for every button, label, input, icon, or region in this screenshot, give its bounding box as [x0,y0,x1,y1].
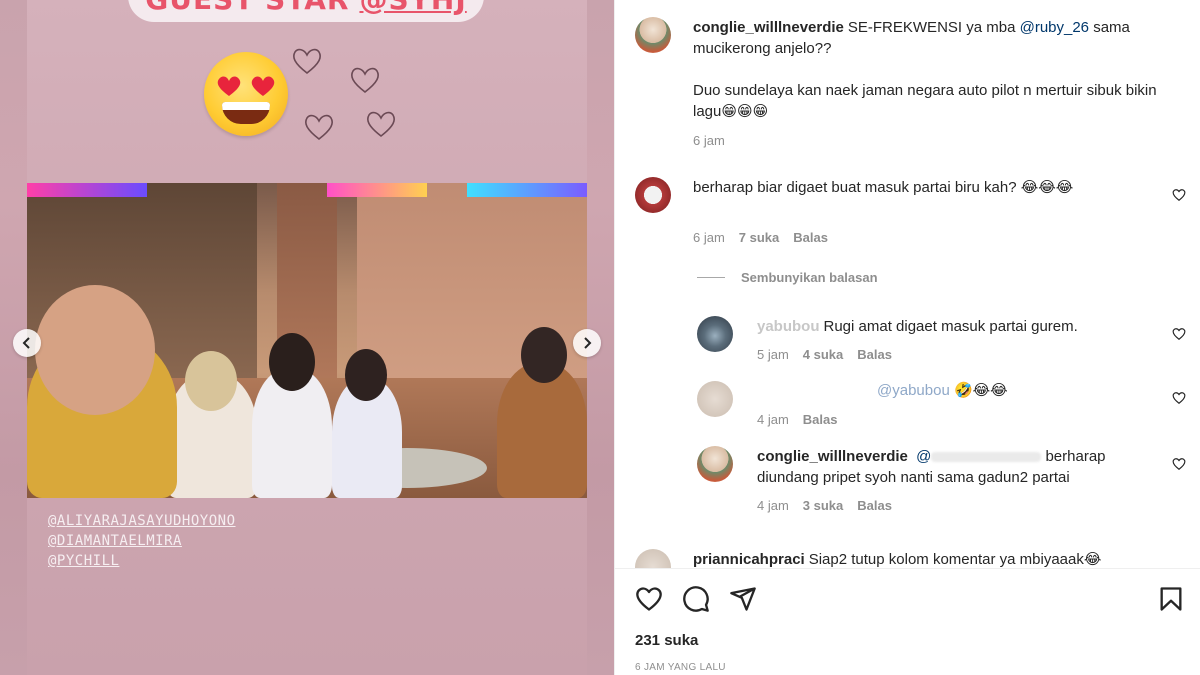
heart-doodle-icon [366,111,396,138]
comment-username[interactable]: priannicahpraci [693,551,805,568]
reply-text: yabubou Rugi amat digaet masuk partai gur… [757,318,1078,335]
post-timestamp: 6 JAM YANG LALU [635,662,726,673]
comment-likes[interactable]: 3 suka [803,498,843,513]
reply-text: @yabubou 🤣😂😂 [877,382,1008,399]
mention-link[interactable]: @ruby_26 [1020,19,1089,36]
mention-link[interactable]: @yabubou [877,382,950,399]
avatar[interactable] [697,446,733,482]
comment-meta: 6 jam [693,133,725,148]
comment-time: 4 jam [757,498,789,513]
redacted-mention [931,452,1042,463]
comment-username[interactable]: conglie_willlneverdie [693,19,844,36]
heart-icon[interactable] [1172,457,1186,471]
comment-likes[interactable]: 7 suka [739,230,779,245]
comment-username[interactable]: conglie_willlneverdie [757,448,908,465]
story-tags: @ALIYARAJASAYUDHOYONO @DIAMANTAELMIRA @P… [48,511,236,571]
story-tag-link[interactable]: @DIAMANTAELMIRA [48,531,236,551]
avatar[interactable] [635,549,671,568]
divider [697,277,725,278]
comment-text: priannicahpraci Siap2 tutup kolom komenta… [693,551,1102,568]
reply-text: conglie_willlneverdie @ berharap diundan… [757,448,1106,486]
comments-panel: conglie_willlneverdie SE-FREKWENSI ya mba… [614,0,1200,675]
mention-link[interactable]: @ [916,448,931,465]
comment-time: 4 jam [757,412,789,427]
heart-icon[interactable] [1172,188,1186,202]
avatar[interactable] [697,316,733,352]
heart-doodle-icon [350,67,380,94]
hide-replies-button[interactable]: Sembunyikan balasan [697,270,878,285]
comment-text-continued: Duo sundelaya kan naek jaman negara auto… [693,82,1157,120]
comment-time: 6 jam [693,133,725,148]
previous-media-button[interactable] [13,329,41,357]
comment-meta: 4 jam Balas [757,412,838,427]
avatar[interactable] [635,177,671,213]
comment-username[interactable]: yabubou [757,318,820,335]
comment-meta: 4 jam 3 suka Balas [757,498,892,513]
guest-star-sticker: GUEST STAR @SYHJ [128,0,484,22]
heart-icon[interactable] [1172,391,1186,405]
bookmark-save-icon[interactable] [1157,585,1185,613]
comment-likes[interactable]: 4 suka [803,347,843,362]
chevron-left-icon [22,337,30,349]
share-send-icon[interactable] [729,585,757,613]
chevron-right-icon [584,337,592,349]
comment-time: 6 jam [693,230,725,245]
karaoke-photo [27,183,587,498]
heart-doodle-icon [292,48,322,75]
avatar[interactable] [697,381,733,417]
post-actions-bar [615,568,1200,675]
comments-list[interactable]: conglie_willlneverdie SE-FREKWENSI ya mba… [615,0,1200,568]
comment-meta: 6 jam 7 suka Balas [693,230,828,245]
comment-text: berharap biar digaet buat masuk partai b… [693,179,1074,196]
comment-meta: 5 jam 4 suka Balas [757,347,892,362]
reply-button[interactable]: Balas [793,230,828,245]
heart-icon[interactable] [1172,327,1186,341]
hide-replies-label: Sembunyikan balasan [741,270,878,285]
like-heart-icon[interactable] [635,585,663,613]
guest-star-handle: @SYHJ [359,0,466,16]
story-tag-link[interactable]: @PYCHILL [48,551,236,571]
heart-eyes-emoji-icon [204,52,288,136]
comment-text: conglie_willlneverdie SE-FREKWENSI ya mba… [693,19,1130,57]
reply-button[interactable]: Balas [857,498,892,513]
story-tag-link[interactable]: @ALIYARAJASAYUDHOYONO [48,511,236,531]
heart-doodle-icon [304,114,334,141]
reply-button[interactable]: Balas [803,412,838,427]
reply-button[interactable]: Balas [857,347,892,362]
story-media: GUEST STAR @SYHJ @ALIYARAJASAYUDHOYONO @… [0,0,614,675]
guest-star-label: GUEST STAR [145,0,349,16]
next-media-button[interactable] [573,329,601,357]
post-likes-count[interactable]: 231 suka [635,632,698,649]
comment-time: 5 jam [757,347,789,362]
avatar[interactable] [635,17,671,53]
comment-bubble-icon[interactable] [682,585,710,613]
